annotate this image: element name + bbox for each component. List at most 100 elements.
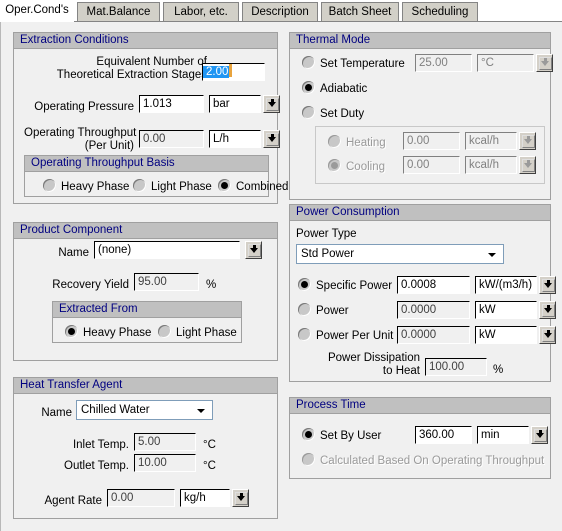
- chevron-down-icon: [523, 163, 532, 168]
- radio-specific-power[interactable]: [298, 278, 311, 291]
- power-per-unit-unit[interactable]: kW: [475, 326, 537, 344]
- agent-rate-input[interactable]: 0.00: [107, 489, 175, 507]
- recovery-yield-label: Recovery Yield: [52, 279, 129, 291]
- power-per-unit-unit-dropdown-icon[interactable]: [539, 326, 556, 344]
- cooling-input[interactable]: 0.00: [403, 156, 460, 174]
- radio-extracted-heavy-phase[interactable]: [65, 325, 78, 338]
- radio-set-duty[interactable]: [302, 106, 315, 119]
- power-input[interactable]: 0.0000: [397, 301, 470, 319]
- extraction-conditions-group: Extraction Conditions Equivalent Number …: [13, 32, 288, 204]
- chevron-down-icon: [535, 433, 544, 438]
- chevron-down-icon: [267, 137, 276, 142]
- power-dissipation-label-line2: to Heat: [382, 365, 420, 377]
- radio-cooling[interactable]: [328, 159, 341, 172]
- radio-calculated-based-on-throughput-label: Calculated Based On Operating Throughput: [320, 455, 545, 467]
- radio-cooling-label: Cooling: [346, 161, 385, 173]
- chevron-down-icon: [540, 61, 549, 66]
- power-type-label: Power Type: [296, 228, 357, 240]
- radio-set-by-user[interactable]: [302, 428, 315, 441]
- product-name-dropdown-icon[interactable]: [245, 241, 262, 259]
- tab-description[interactable]: Description: [242, 2, 318, 21]
- temperature-input[interactable]: 25.00: [415, 54, 472, 72]
- radio-basis-light-phase[interactable]: [133, 179, 146, 192]
- tab-labor-etc[interactable]: Labor, etc.: [163, 2, 239, 21]
- recovery-yield-unit: %: [206, 279, 217, 291]
- outlet-temp-unit: °C: [203, 460, 216, 472]
- power-unit[interactable]: kW: [475, 301, 537, 319]
- agent-rate-unit[interactable]: kg/h: [180, 489, 230, 507]
- power-unit-dropdown-icon[interactable]: [539, 301, 556, 319]
- radio-adiabatic[interactable]: [302, 81, 315, 94]
- product-component-group: Product Component Name (none) Recovery Y…: [13, 222, 278, 361]
- cooling-unit[interactable]: kcal/h: [465, 156, 517, 174]
- heating-input[interactable]: 0.00: [403, 132, 460, 150]
- process-time-unit[interactable]: min: [477, 426, 529, 444]
- recovery-yield-input[interactable]: 95.00: [134, 273, 199, 291]
- power-dissipation-input[interactable]: 100.00: [425, 358, 487, 376]
- operating-throughput-input[interactable]: 0.00: [139, 130, 204, 148]
- product-name-input[interactable]: (none): [94, 241, 240, 259]
- agent-name-value: Chilled Water: [81, 404, 150, 416]
- operating-pressure-label: Operating Pressure: [34, 101, 134, 113]
- chevron-down-icon: [197, 409, 205, 413]
- radio-power[interactable]: [298, 303, 311, 316]
- temperature-unit[interactable]: °C: [477, 54, 534, 72]
- chevron-down-icon: [523, 139, 532, 144]
- throughput-basis-title: Operating Throughput Basis: [25, 156, 268, 172]
- tab-scheduling[interactable]: Scheduling: [402, 2, 478, 21]
- inlet-temp-label: Inlet Temp.: [72, 439, 129, 451]
- temperature-unit-dropdown-icon[interactable]: [536, 54, 553, 72]
- power-type-select[interactable]: Std Power: [296, 244, 504, 264]
- tab-oper-conds[interactable]: Oper.Cond's: [0, 0, 74, 22]
- agent-rate-unit-dropdown-icon[interactable]: [232, 489, 249, 507]
- radio-basis-heavy-phase[interactable]: [43, 179, 56, 192]
- radio-extracted-light-phase[interactable]: [158, 325, 171, 338]
- stages-input-value: 2.00: [203, 66, 230, 78]
- radio-power-per-unit[interactable]: [298, 328, 311, 341]
- process-time-input[interactable]: 360.00: [415, 426, 472, 444]
- outlet-temp-input[interactable]: 10.00: [134, 454, 196, 472]
- radio-extracted-light-phase-label: Light Phase: [176, 327, 237, 339]
- radio-basis-light-phase-label: Light Phase: [151, 181, 212, 193]
- power-consumption-title: Power Consumption: [290, 205, 550, 221]
- operating-pressure-unit-dropdown-icon[interactable]: [263, 95, 280, 113]
- radio-power-per-unit-label: Power Per Unit: [316, 330, 394, 342]
- operating-throughput-unit-dropdown-icon[interactable]: [263, 130, 280, 148]
- text-caret: [229, 64, 233, 77]
- radio-set-temperature-label: Set Temperature: [320, 58, 405, 70]
- thermal-mode-group: Thermal Mode Set Temperature 25.00 °C Ad…: [289, 32, 553, 200]
- radio-set-by-user-label: Set By User: [320, 430, 382, 442]
- specific-power-unit[interactable]: kW/(m3/h): [475, 276, 537, 294]
- radio-heating[interactable]: [328, 135, 341, 148]
- product-name-label: Name: [58, 247, 89, 259]
- radio-basis-combined-label: Combined: [236, 181, 289, 193]
- chevron-down-icon: [236, 496, 245, 501]
- specific-power-input[interactable]: 0.0008: [397, 276, 470, 294]
- cooling-unit-dropdown-icon[interactable]: [519, 156, 536, 174]
- radio-adiabatic-label: Adiabatic: [320, 83, 368, 95]
- power-dissipation-unit: %: [493, 364, 504, 376]
- thermal-mode-title: Thermal Mode: [290, 33, 550, 49]
- process-time-unit-dropdown-icon[interactable]: [531, 426, 548, 444]
- operating-pressure-input[interactable]: 1.013: [139, 95, 204, 113]
- agent-name-select[interactable]: Chilled Water: [76, 400, 213, 420]
- heating-unit-dropdown-icon[interactable]: [519, 132, 536, 150]
- stages-input[interactable]: 2.00: [202, 63, 265, 81]
- radio-extracted-heavy-phase-label: Heavy Phase: [83, 327, 152, 339]
- operating-pressure-unit[interactable]: bar: [209, 95, 261, 113]
- radio-set-temperature[interactable]: [302, 56, 315, 69]
- tab-strip: Oper.Cond's Mat.Balance Labor, etc. Desc…: [0, 0, 562, 22]
- power-consumption-group: Power Consumption Power Type Std Power S…: [289, 204, 556, 382]
- heating-unit[interactable]: kcal/h: [465, 132, 517, 150]
- inlet-temp-input[interactable]: 5.00: [134, 433, 196, 451]
- stages-label-line1: Equivalent Number of: [96, 56, 207, 68]
- power-dissipation-label-line1: Power Dissipation: [327, 352, 420, 364]
- specific-power-unit-dropdown-icon[interactable]: [539, 276, 556, 294]
- operating-throughput-unit[interactable]: L/h: [209, 130, 261, 148]
- tab-mat-balance[interactable]: Mat.Balance: [77, 2, 160, 21]
- radio-basis-combined[interactable]: [218, 179, 231, 192]
- operating-throughput-label-line1: Operating Throughput: [24, 127, 137, 139]
- power-per-unit-input[interactable]: 0.0000: [397, 326, 470, 344]
- tab-batch-sheet[interactable]: Batch Sheet: [321, 2, 399, 21]
- radio-calculated-based-on-throughput[interactable]: [302, 453, 315, 466]
